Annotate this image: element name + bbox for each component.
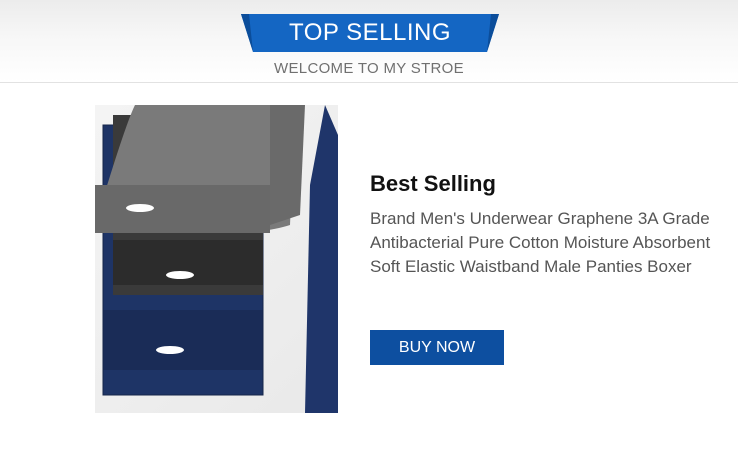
- top-selling-banner: TOP SELLING: [241, 14, 499, 52]
- product-title: Best Selling: [370, 171, 496, 196]
- store-subtitle: WELCOME TO MY STROE: [274, 60, 464, 77]
- product-image[interactable]: [95, 105, 338, 413]
- buy-now-button[interactable]: BUY NOW: [370, 330, 504, 365]
- product-description: Brand Men's Underwear Graphene 3A Grade …: [370, 209, 711, 276]
- banner-title: TOP SELLING: [288, 19, 451, 46]
- folded-boxer-briefs-image: [95, 105, 338, 413]
